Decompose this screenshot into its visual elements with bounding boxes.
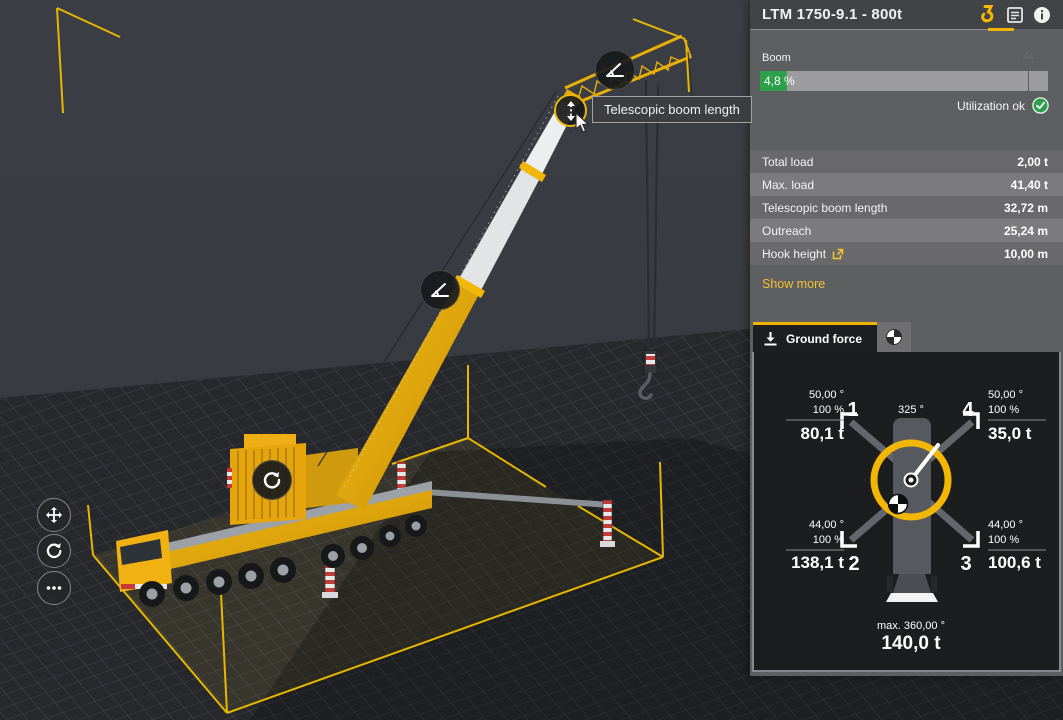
external-link-icon[interactable] bbox=[832, 248, 844, 260]
o3-load: 100,6 t bbox=[988, 553, 1041, 572]
row-label: Telescopic boom length bbox=[762, 201, 887, 215]
max-angle-label: max. 360,00 ° bbox=[877, 620, 945, 632]
active-tab-indicator bbox=[988, 28, 1014, 31]
show-more-link[interactable]: Show more bbox=[762, 277, 825, 291]
max-load-value: 140,0 t bbox=[881, 633, 941, 654]
rotate-view-button[interactable] bbox=[37, 534, 71, 568]
rotate-icon bbox=[44, 541, 64, 561]
tooltip: Telescopic boom length bbox=[592, 96, 752, 123]
slew-angle: 325 ° bbox=[898, 404, 924, 416]
check-ok-icon bbox=[1032, 97, 1049, 114]
boom-label: Boom bbox=[762, 52, 791, 64]
slew-rotate-handle[interactable] bbox=[252, 460, 292, 500]
tab-center-of-gravity[interactable] bbox=[877, 322, 911, 352]
mouse-cursor bbox=[574, 112, 590, 134]
row-value: 10,00 m bbox=[1004, 247, 1048, 261]
o4-load: 35,0 t bbox=[988, 424, 1032, 443]
o3-angle: 44,00 ° bbox=[988, 519, 1023, 531]
crane-planner-app: { "header": { "title": "LTM 1750-9.1 - 8… bbox=[0, 0, 1063, 720]
o2-angle: 44,00 ° bbox=[809, 519, 844, 531]
boom-angle-handle[interactable] bbox=[420, 270, 460, 310]
hook-tab-icon[interactable] bbox=[978, 5, 997, 25]
stats-table: Total load 2,00 t Max. load 41,40 t Tele… bbox=[750, 150, 1063, 265]
outrigger-num: 1 bbox=[847, 399, 858, 421]
header-divider bbox=[750, 29, 988, 30]
table-row: Hook height 10,00 m bbox=[750, 242, 1063, 265]
row-label: Hook height bbox=[762, 247, 826, 261]
row-value: 25,24 m bbox=[1004, 224, 1048, 238]
pan-icon bbox=[44, 505, 64, 525]
o4-pct: 100 % bbox=[988, 404, 1019, 416]
row-label: Total load bbox=[762, 155, 813, 169]
more-options-button[interactable] bbox=[37, 571, 71, 605]
utilization-limit-tick bbox=[1028, 71, 1029, 91]
download-icon bbox=[763, 331, 778, 346]
o2-load: 138,1 t bbox=[791, 553, 844, 572]
rotate-icon bbox=[261, 469, 283, 491]
outrigger-num: 4 bbox=[962, 399, 974, 421]
o3-pct: 100 % bbox=[988, 534, 1019, 546]
table-row: Max. load 41,40 t bbox=[750, 173, 1063, 196]
result-tabs: Ground force bbox=[753, 322, 911, 352]
panel-header: LTM 1750-9.1 - 800t bbox=[750, 0, 1063, 29]
notes-icon[interactable] bbox=[1006, 6, 1024, 24]
cog-marker bbox=[889, 495, 908, 514]
o1-angle: 50,00 ° bbox=[809, 389, 844, 401]
crane-info-panel: LTM 1750-9.1 - 800t Boom 4,8 % Utilizati… bbox=[750, 0, 1063, 676]
row-value: 2,00 t bbox=[1017, 155, 1048, 169]
jib-angle-handle[interactable] bbox=[595, 50, 635, 90]
o4-angle: 50,00 ° bbox=[988, 389, 1023, 401]
table-row: Outreach 25,24 m bbox=[750, 219, 1063, 242]
utilization-value: 4,8 % bbox=[764, 74, 795, 88]
ellipsis-icon bbox=[44, 578, 64, 598]
tab-ground-force[interactable]: Ground force bbox=[753, 322, 877, 352]
o2-pct: 100 % bbox=[813, 534, 844, 546]
utilization-status-text: Utilization ok bbox=[957, 99, 1025, 113]
o1-pct: 100 % bbox=[813, 404, 844, 416]
row-label: Outreach bbox=[762, 224, 811, 238]
row-value: 41,40 t bbox=[1011, 178, 1048, 192]
row-value: 32,72 m bbox=[1004, 201, 1048, 215]
row-label: Max. load bbox=[762, 178, 814, 192]
table-row: Total load 2,00 t bbox=[750, 150, 1063, 173]
tab-label: Ground force bbox=[786, 332, 862, 346]
pan-view-button[interactable] bbox=[37, 498, 71, 532]
o1-load: 80,1 t bbox=[801, 424, 845, 443]
ground-force-diagram: 325 ° 1 4 2 3 50,00 ° 100 % 80,1 t 50,00… bbox=[752, 352, 1061, 672]
info-icon[interactable] bbox=[1033, 6, 1051, 24]
utilization-bar: 4,8 % bbox=[760, 71, 1048, 91]
angle-icon bbox=[429, 279, 451, 301]
center-of-gravity-icon bbox=[885, 328, 903, 346]
table-row: Telescopic boom length 32,72 m bbox=[750, 196, 1063, 219]
crane-title: LTM 1750-9.1 - 800t bbox=[762, 6, 978, 23]
outrigger-num: 2 bbox=[848, 553, 859, 575]
angle-icon bbox=[604, 59, 626, 81]
outrigger-num: 3 bbox=[960, 553, 971, 575]
warning-triangle-icon bbox=[1020, 46, 1037, 64]
